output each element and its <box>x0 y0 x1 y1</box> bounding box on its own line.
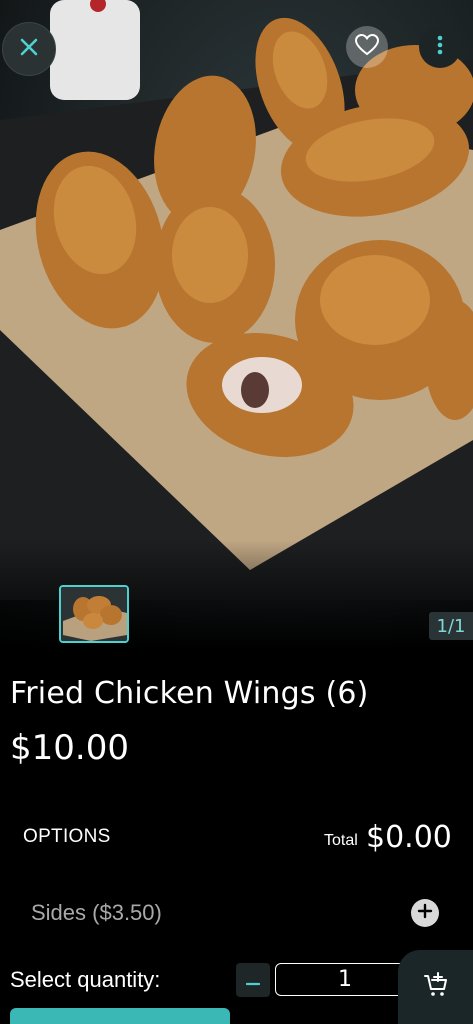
add-to-cart-button[interactable] <box>398 950 473 1024</box>
option-sides-label: Sides ($3.50) <box>31 900 162 925</box>
product-price: $10.00 <box>10 728 129 768</box>
add-sides-button[interactable] <box>411 899 439 927</box>
quantity-input[interactable] <box>275 963 415 996</box>
product-title: Fried Chicken Wings (6) <box>10 676 369 711</box>
total-value: $0.00 <box>366 820 452 855</box>
plus-circle-icon <box>417 903 433 923</box>
favorite-button[interactable] <box>346 26 388 68</box>
decrease-quantity-button[interactable] <box>236 963 270 997</box>
add-to-cart-icon <box>423 972 449 1002</box>
minus-icon <box>245 971 261 990</box>
heart-icon <box>354 33 380 60</box>
add-to-order-button[interactable] <box>10 1008 230 1024</box>
gallery-thumbnail[interactable] <box>59 585 129 643</box>
product-image[interactable] <box>0 0 473 650</box>
options-heading: OPTIONS <box>23 826 111 847</box>
quantity-label: Select quantity: <box>10 967 161 992</box>
total-label: Total <box>324 832 358 849</box>
close-icon <box>17 35 41 63</box>
more-vertical-icon <box>437 35 443 59</box>
close-button[interactable] <box>2 22 56 76</box>
more-options-button[interactable] <box>419 26 461 68</box>
gallery-counter: 1/1 <box>429 612 473 640</box>
